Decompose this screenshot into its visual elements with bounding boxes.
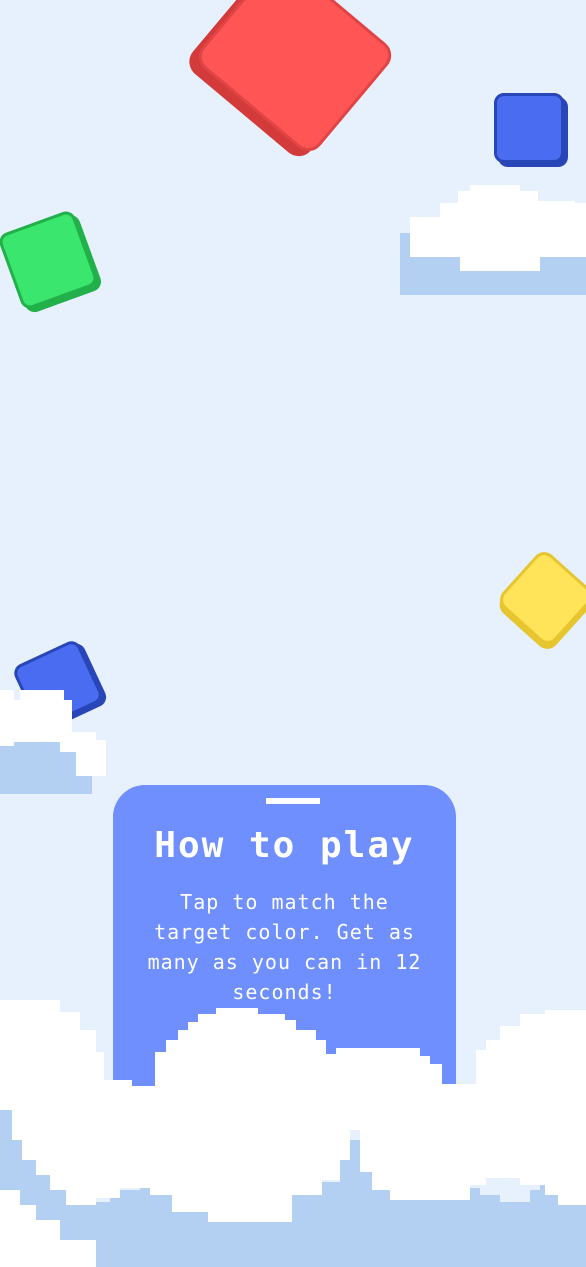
green-tile-icon	[0, 208, 100, 312]
card-handle[interactable]	[266, 798, 320, 804]
bottom-clouds	[0, 1000, 586, 1267]
red-tile-icon	[192, 0, 398, 158]
how-to-play-description: Tap to match the target color. Get as ma…	[147, 890, 422, 1004]
cloud-right	[400, 185, 586, 297]
how-to-play-title: How to play	[154, 825, 415, 866]
yellow-tile-icon	[495, 547, 586, 649]
blue-tile-icon	[494, 93, 564, 163]
cloud-left	[0, 690, 106, 794]
